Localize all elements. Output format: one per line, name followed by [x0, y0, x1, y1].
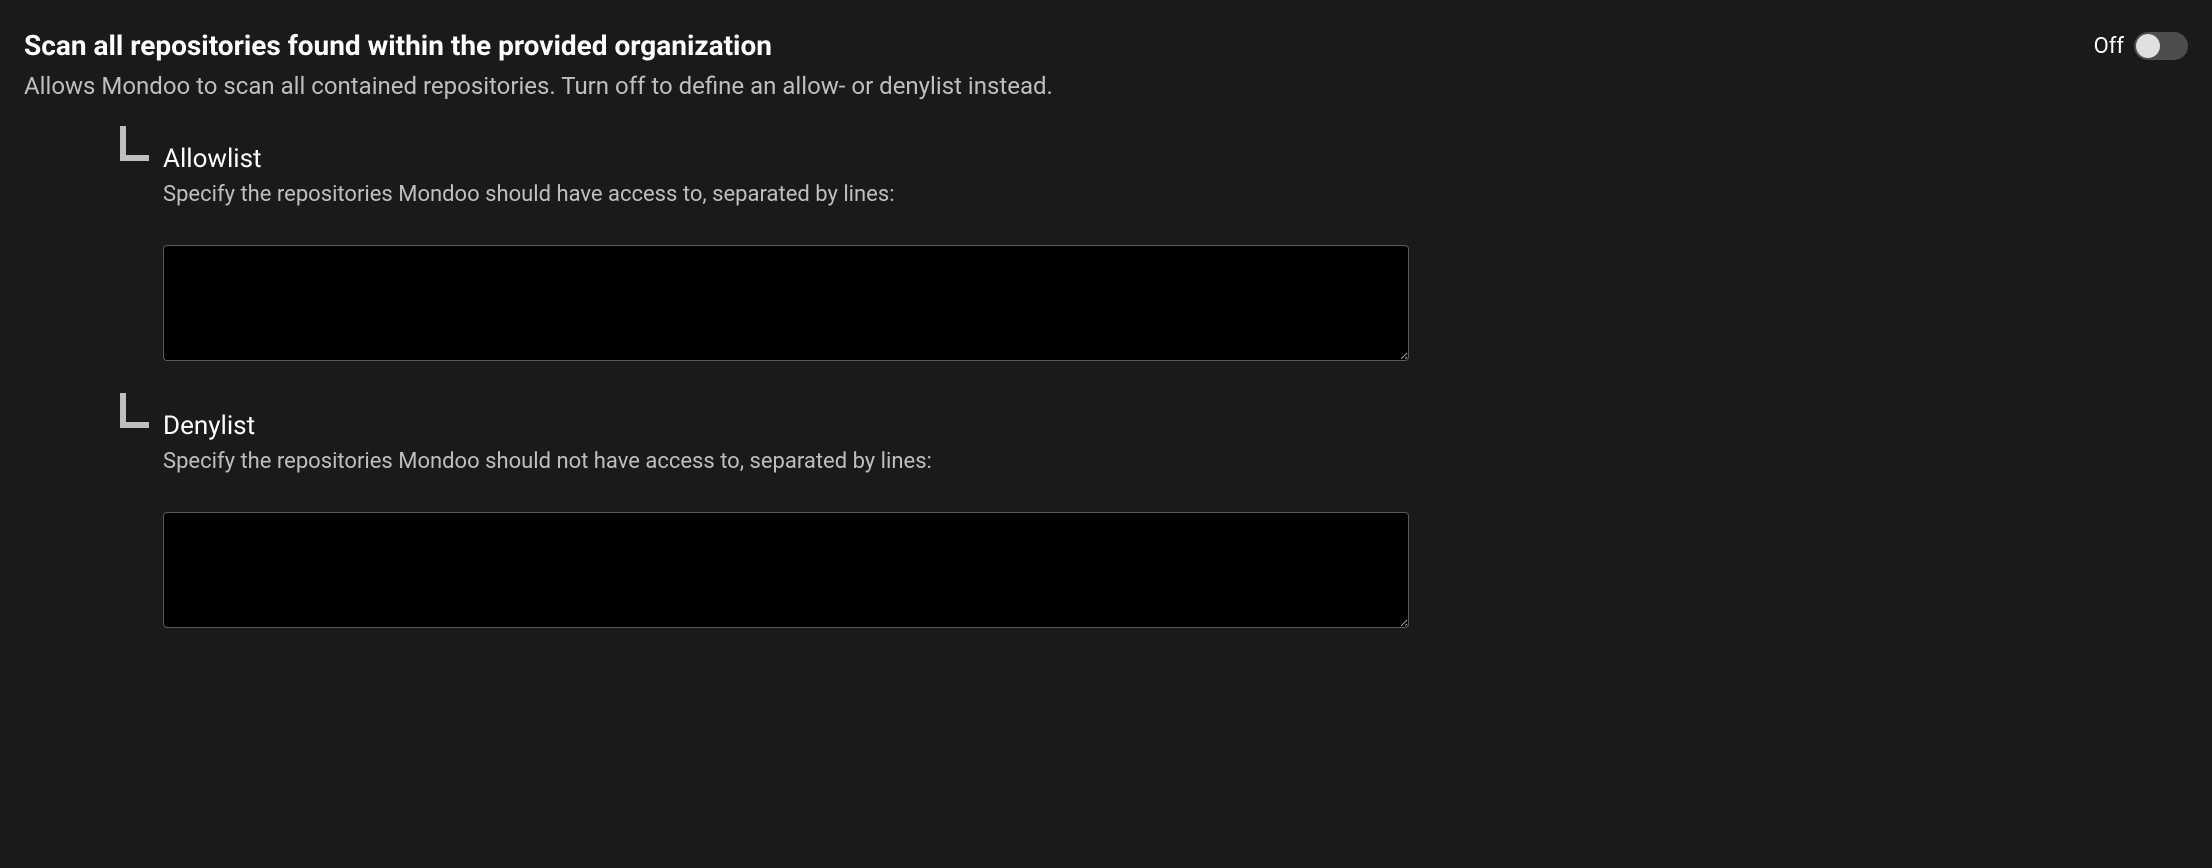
tree-branch-icon: [119, 126, 153, 166]
header-row: Scan all repositories found within the p…: [24, 28, 2188, 64]
denylist-description: Specify the repositories Mondoo should n…: [163, 449, 2188, 474]
scan-all-toggle[interactable]: [2134, 32, 2188, 60]
tree-branch-icon: [119, 393, 153, 433]
page-title: Scan all repositories found within the p…: [24, 28, 772, 64]
denylist-title: Denylist: [163, 411, 2188, 441]
denylist-section: Denylist Specify the repositories Mondoo…: [119, 411, 2188, 628]
toggle-wrapper: Off: [2094, 32, 2188, 60]
allowlist-section: Allowlist Specify the repositories Mondo…: [119, 144, 2188, 361]
allowlist-title: Allowlist: [163, 144, 2188, 174]
allowlist-description: Specify the repositories Mondoo should h…: [163, 182, 2188, 207]
toggle-thumb: [2136, 34, 2160, 58]
page-description: Allows Mondoo to scan all contained repo…: [24, 70, 2188, 104]
toggle-label: Off: [2094, 34, 2124, 59]
allowlist-input[interactable]: [163, 245, 1409, 361]
denylist-input[interactable]: [163, 512, 1409, 628]
